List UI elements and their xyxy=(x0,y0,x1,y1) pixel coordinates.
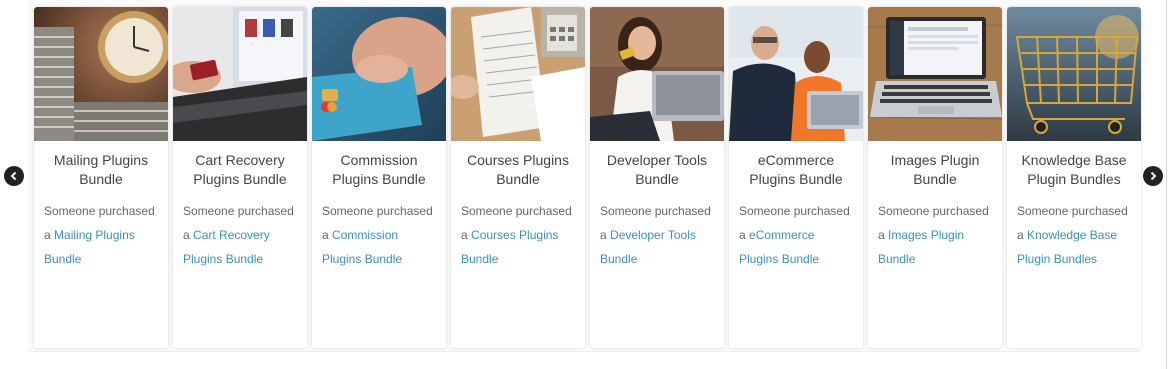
product-card[interactable]: Images Plugin Bundle Someone purchased a… xyxy=(868,7,1002,348)
product-link[interactable]: Commission Plugins Bundle xyxy=(322,228,402,266)
product-link[interactable]: Mailing Plugins Bundle xyxy=(44,228,135,266)
product-image[interactable] xyxy=(1007,7,1141,141)
product-card[interactable]: Courses Plugins Bundle Someone purchased… xyxy=(451,7,585,348)
product-link[interactable]: Images Plugin Bundle xyxy=(878,228,964,266)
product-title: Mailing Plugins Bundle xyxy=(53,152,149,187)
product-card[interactable]: Mailing Plugins Bundle Someone purchased… xyxy=(34,7,168,348)
product-image[interactable] xyxy=(729,7,863,141)
product-image[interactable] xyxy=(451,7,585,141)
product-title: Knowledge Base Plugin Bundles xyxy=(1021,152,1127,187)
product-card[interactable]: Commission Plugins Bundle Someone purcha… xyxy=(312,7,446,348)
product-link[interactable]: Cart Recovery Plugins Bundle xyxy=(183,228,270,266)
product-image[interactable] xyxy=(34,7,168,141)
product-card[interactable]: eCommerce Plugins Bundle Someone purchas… xyxy=(729,7,863,348)
product-link[interactable]: eCommerce Plugins Bundle xyxy=(739,228,819,266)
chevron-right-icon xyxy=(1150,171,1157,181)
purchase-notice: Someone purchased a Courses Plugins Bund… xyxy=(461,199,579,271)
page-border xyxy=(1166,0,1167,369)
product-link[interactable]: Developer Tools Bundle xyxy=(600,228,696,266)
product-image[interactable] xyxy=(868,7,1002,141)
purchase-notice: Someone purchased a Developer Tools Bund… xyxy=(600,199,718,271)
chevron-left-icon xyxy=(10,171,17,181)
purchase-notice: Someone purchased a Commission Plugins B… xyxy=(322,199,440,271)
product-image[interactable] xyxy=(312,7,446,141)
product-title: Images Plugin Bundle xyxy=(890,152,980,187)
product-title: eCommerce Plugins Bundle xyxy=(749,152,843,187)
purchase-notice: Someone purchased a Knowledge Base Plugi… xyxy=(1017,199,1135,271)
purchase-notice: Someone purchased a eCommerce Plugins Bu… xyxy=(739,199,857,271)
carousel-next-button[interactable] xyxy=(1143,166,1163,186)
product-image[interactable] xyxy=(590,7,724,141)
product-link[interactable]: Knowledge Base Plugin Bundles xyxy=(1017,228,1117,266)
carousel-prev-button[interactable] xyxy=(4,166,24,186)
purchase-notice: Someone purchased a Cart Recovery Plugin… xyxy=(183,199,301,271)
product-card[interactable]: Knowledge Base Plugin Bundles Someone pu… xyxy=(1007,7,1141,348)
product-card[interactable]: Cart Recovery Plugins Bundle Someone pur… xyxy=(173,7,307,348)
purchase-notice: Someone purchased a Images Plugin Bundle xyxy=(878,199,996,271)
product-link[interactable]: Courses Plugins Bundle xyxy=(461,228,558,266)
product-card[interactable]: Developer Tools Bundle Someone purchased… xyxy=(590,7,724,348)
product-title: Commission Plugins Bundle xyxy=(332,152,426,187)
product-title: Cart Recovery Plugins Bundle xyxy=(193,152,287,187)
product-title: Developer Tools Bundle xyxy=(606,152,708,187)
recent-purchases-carousel: Mailing Plugins Bundle Someone purchased… xyxy=(28,0,1141,352)
product-title: Courses Plugins Bundle xyxy=(467,152,569,187)
product-image[interactable] xyxy=(173,7,307,141)
purchase-notice: Someone purchased a Mailing Plugins Bund… xyxy=(44,199,162,271)
